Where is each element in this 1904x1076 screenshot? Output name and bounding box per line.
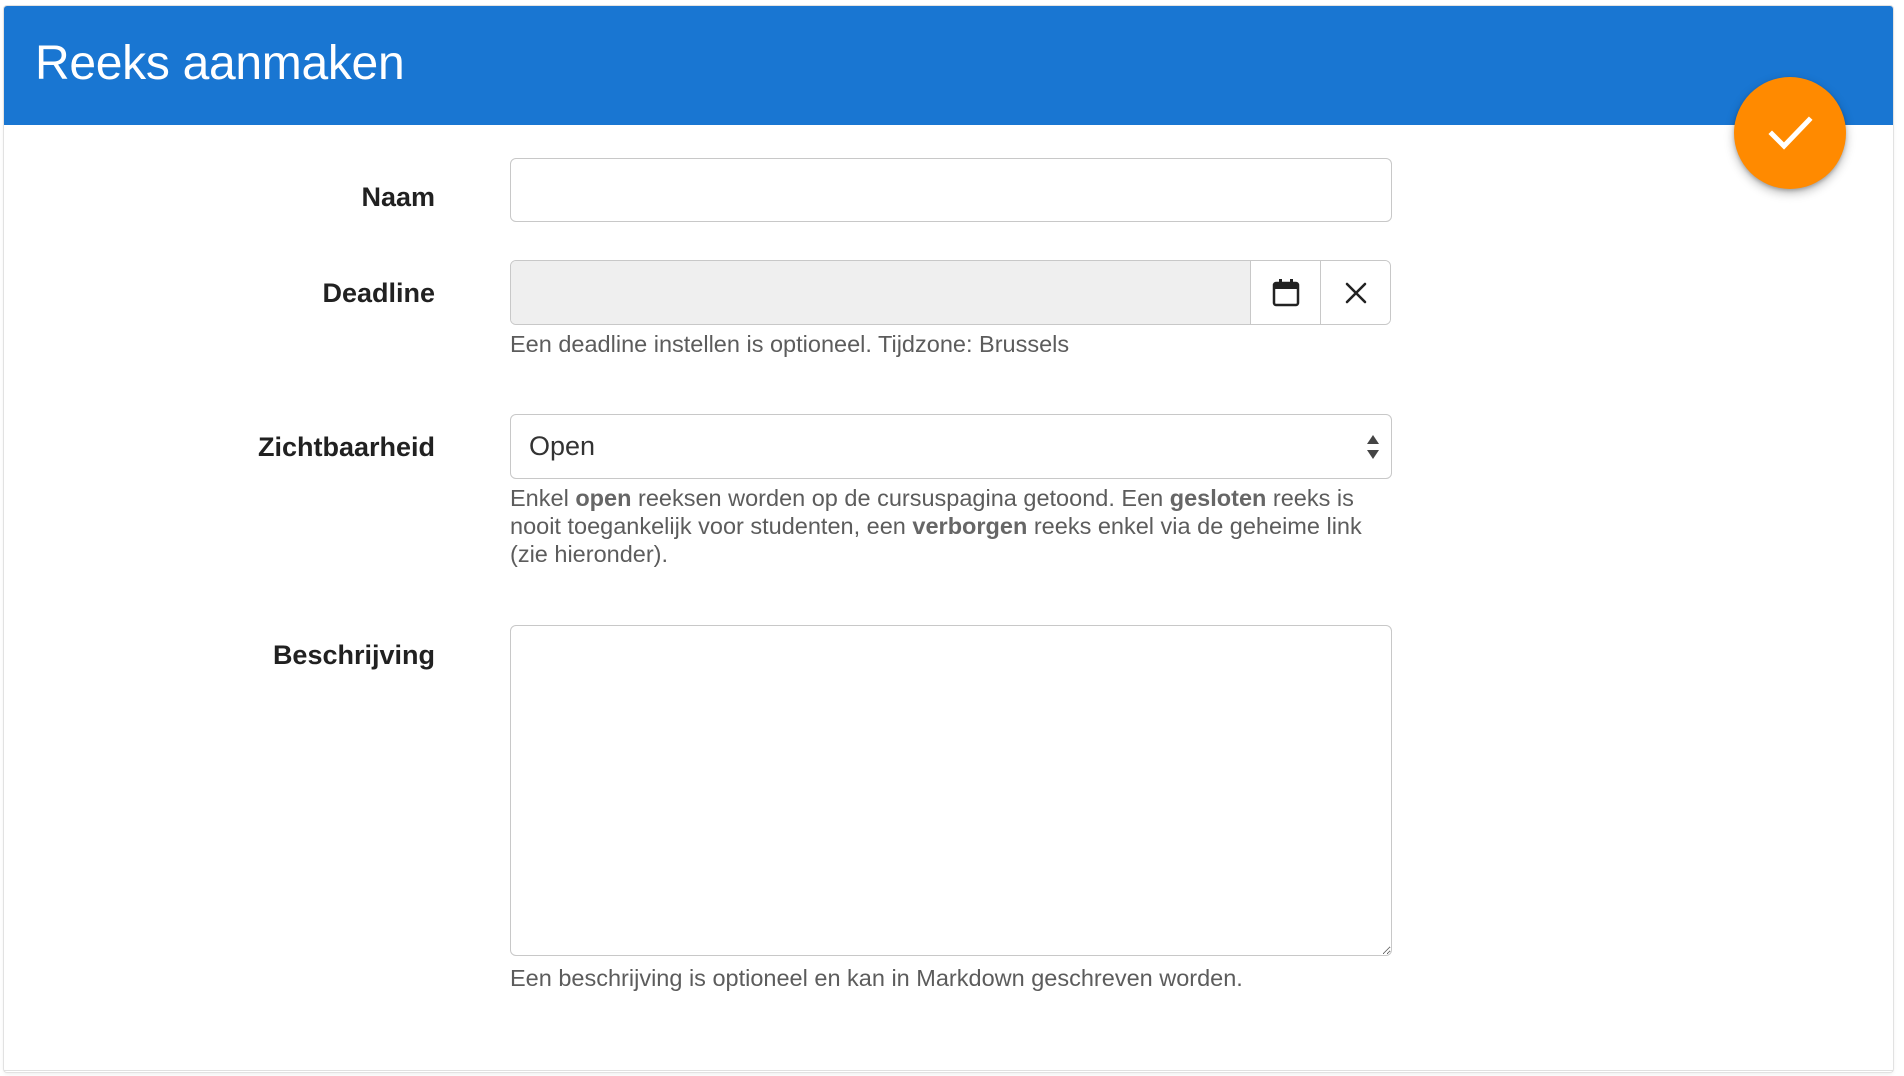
card-header: Reeks aanmaken <box>4 6 1893 125</box>
page-title: Reeks aanmaken <box>35 37 405 90</box>
check-icon <box>1768 116 1813 150</box>
description-textarea[interactable] <box>510 625 1392 956</box>
close-icon <box>1345 282 1366 303</box>
description-help: Een beschrijving is optioneel en kan in … <box>510 965 1243 991</box>
deadline-input[interactable] <box>511 261 1250 324</box>
select-arrows-icon <box>1367 435 1379 459</box>
name-input[interactable] <box>510 158 1392 222</box>
deadline-label: Deadline <box>322 278 435 308</box>
open-calendar-button[interactable] <box>1250 261 1320 324</box>
open-emphasis: open <box>575 485 632 511</box>
save-button[interactable] <box>1734 77 1846 189</box>
description-label: Beschrijving <box>272 640 435 670</box>
deadline-help: Een deadline instellen is optioneel. Tij… <box>510 331 1070 357</box>
visibility-selected-value: Open <box>529 431 596 461</box>
name-label: Naam <box>361 182 435 212</box>
deadline-field <box>510 260 1391 325</box>
visibility-help: Enkel open reeksen worden op de cursuspa… <box>510 485 1362 567</box>
clear-deadline-button[interactable] <box>1320 261 1390 324</box>
visibility-select[interactable]: Open <box>510 414 1392 479</box>
divider <box>4 1070 1893 1071</box>
closed-emphasis: gesloten <box>1169 485 1267 511</box>
hidden-emphasis: verborgen <box>912 513 1028 539</box>
create-series-card: Reeks aanmaken Naam Deadline Een deadlin… <box>4 6 1893 1072</box>
calendar-icon <box>1272 278 1299 306</box>
visibility-label: Zichtbaarheid <box>257 432 435 462</box>
